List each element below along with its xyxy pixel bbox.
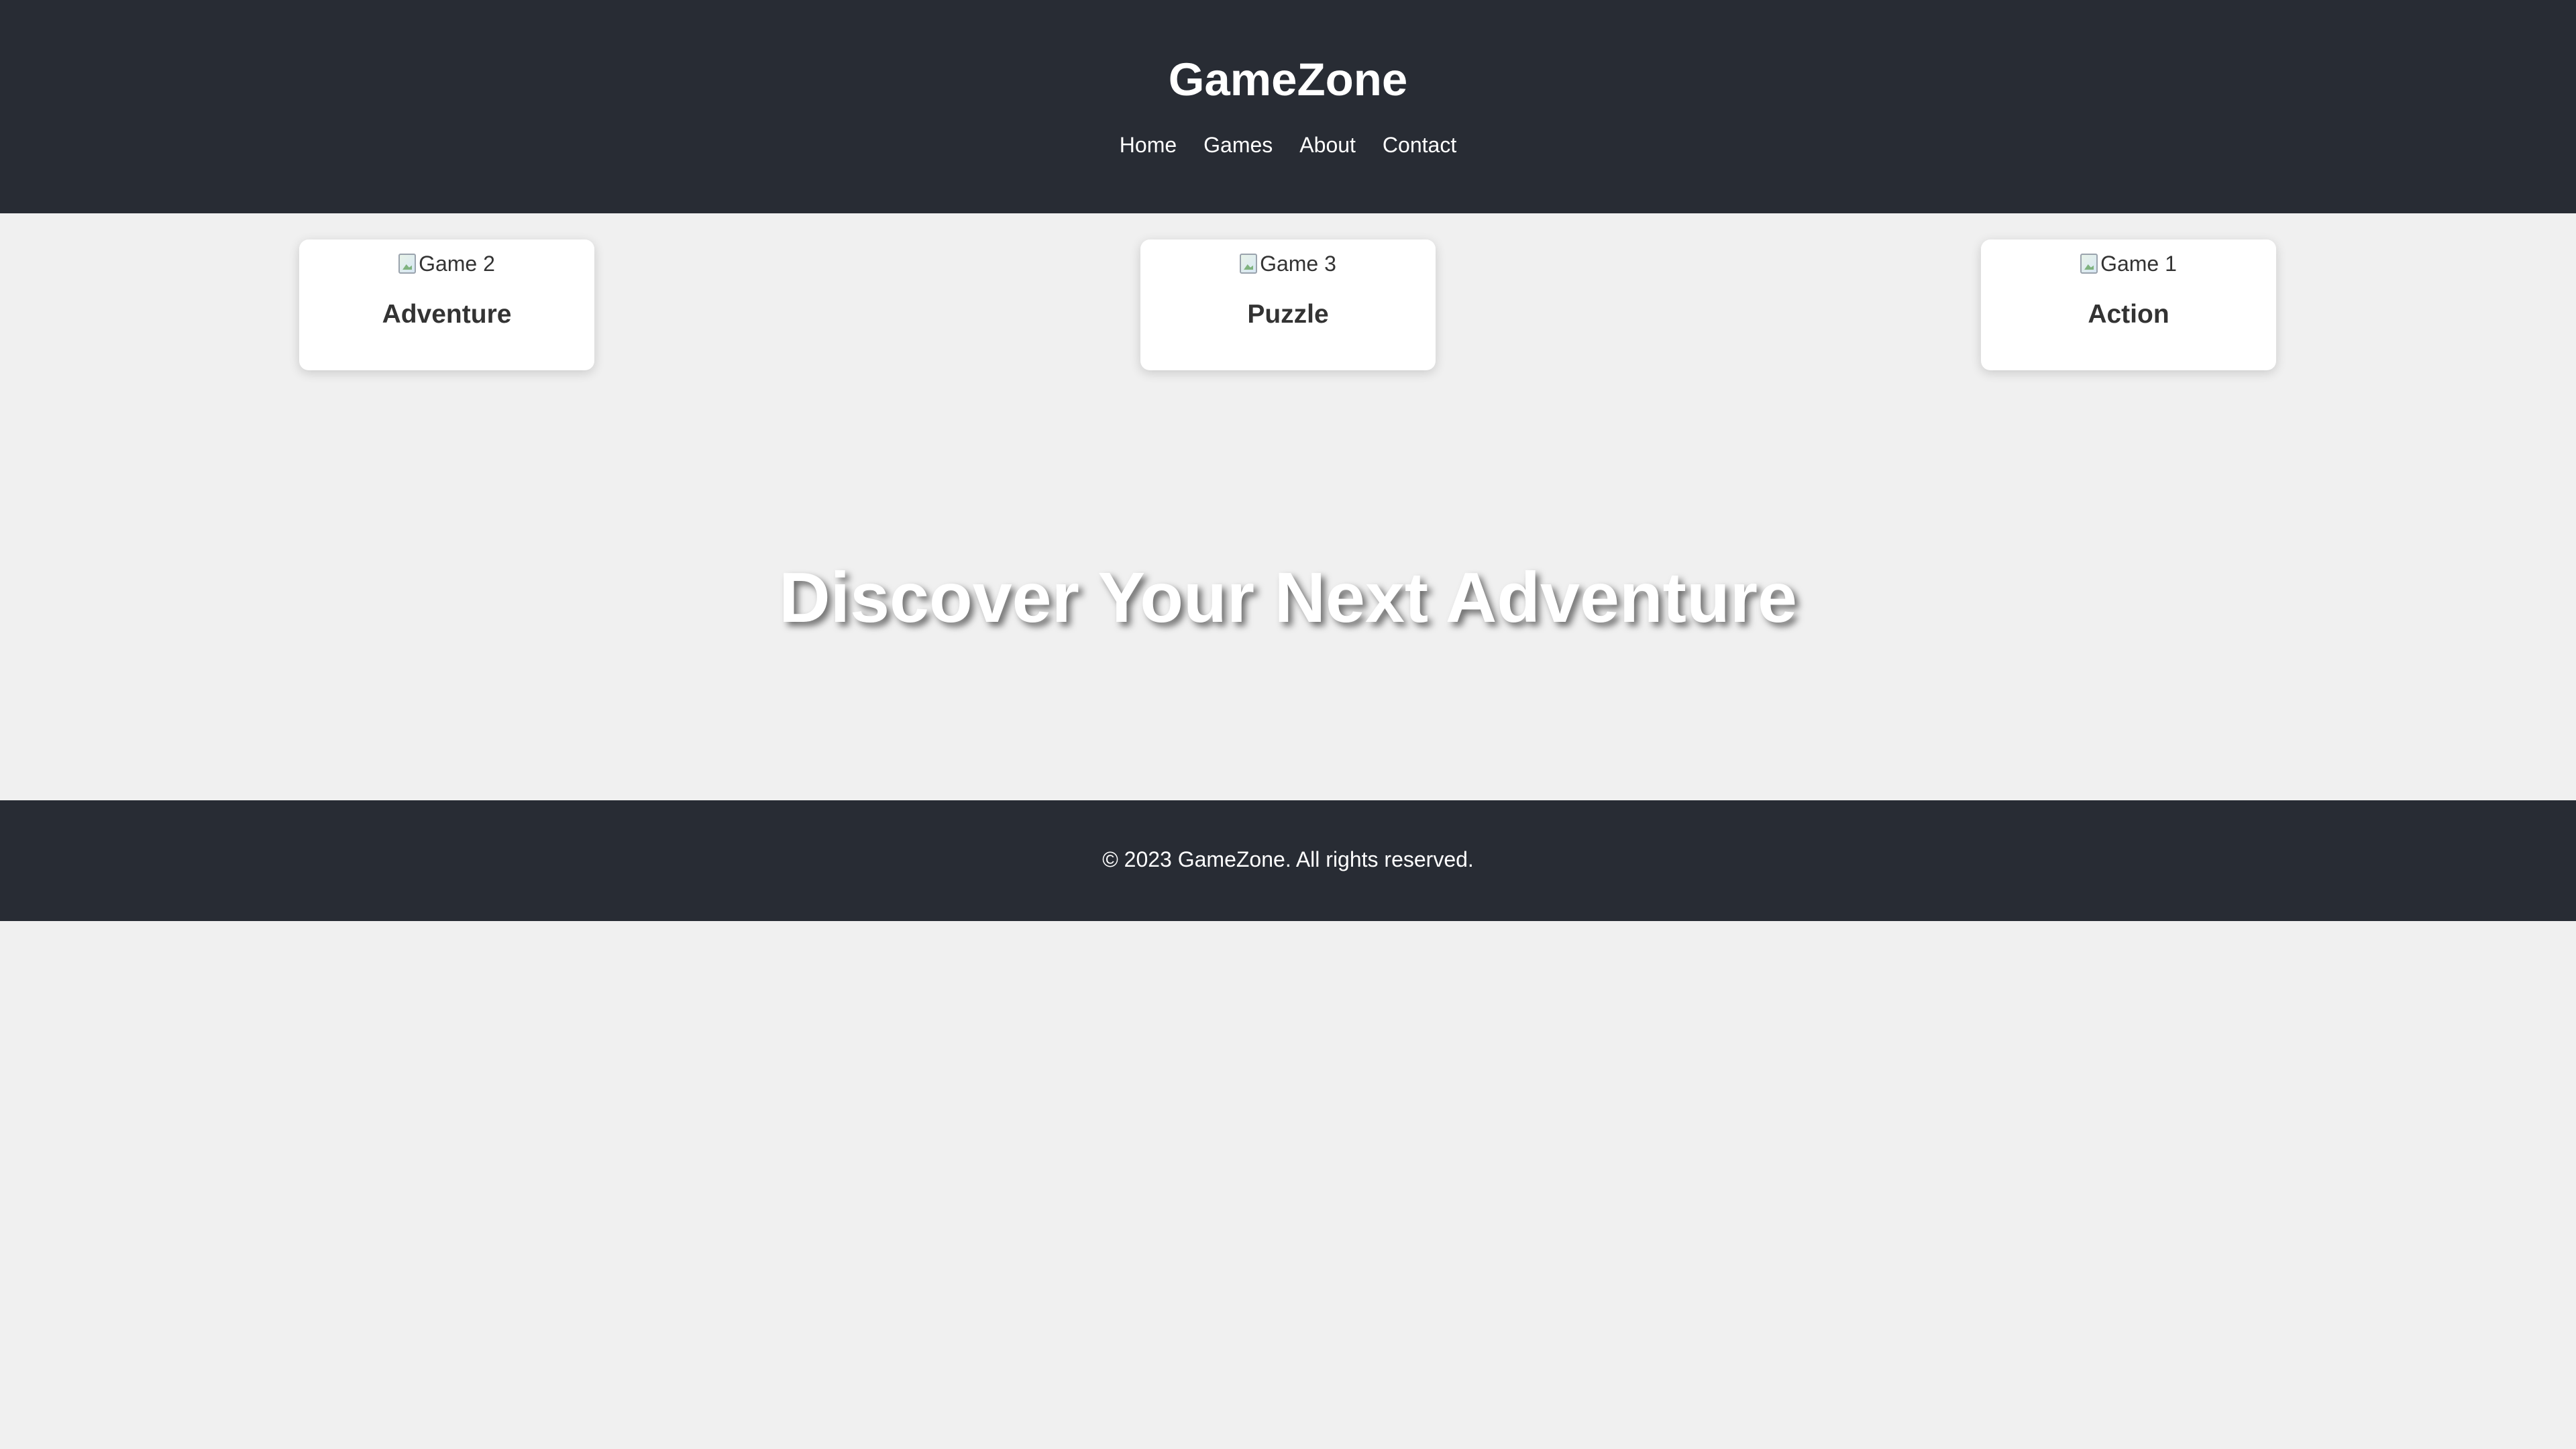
game-card-adventure[interactable]: Game 2 Adventure [299, 239, 594, 370]
game-card-title: Action [2088, 300, 2169, 329]
game-image-alt: Game 1 [2100, 252, 2177, 276]
main-nav: Home Games About Contact [0, 131, 2576, 158]
nav-contact-link[interactable]: Contact [1383, 131, 1456, 158]
hero-title: Discover Your Next Adventure [779, 558, 1797, 637]
game-image: Game 2 [299, 250, 594, 277]
nav-about-link[interactable]: About [1299, 131, 1356, 158]
site-footer: © 2023 GameZone. All rights reserved. [0, 800, 2576, 921]
game-image-alt: Game 2 [419, 252, 495, 276]
game-image: Game 3 [1140, 250, 1436, 277]
game-card-action[interactable]: Game 1 Action [1981, 239, 2276, 370]
game-image-alt: Game 3 [1260, 252, 1336, 276]
game-card-title: Adventure [382, 300, 512, 329]
broken-image-icon [1240, 254, 1258, 274]
footer-copyright: © 2023 GameZone. All rights reserved. [1102, 847, 1474, 871]
nav-home-link[interactable]: Home [1120, 131, 1177, 158]
site-header: GameZone Home Games About Contact [0, 0, 2576, 213]
game-image: Game 1 [1981, 250, 2276, 277]
game-card-puzzle[interactable]: Game 3 Puzzle [1140, 239, 1436, 370]
broken-image-icon [2080, 254, 2098, 274]
game-card-title: Puzzle [1247, 300, 1329, 329]
site-title: GameZone [1168, 54, 1408, 105]
nav-games-link[interactable]: Games [1203, 131, 1273, 158]
broken-image-icon [398, 254, 417, 274]
